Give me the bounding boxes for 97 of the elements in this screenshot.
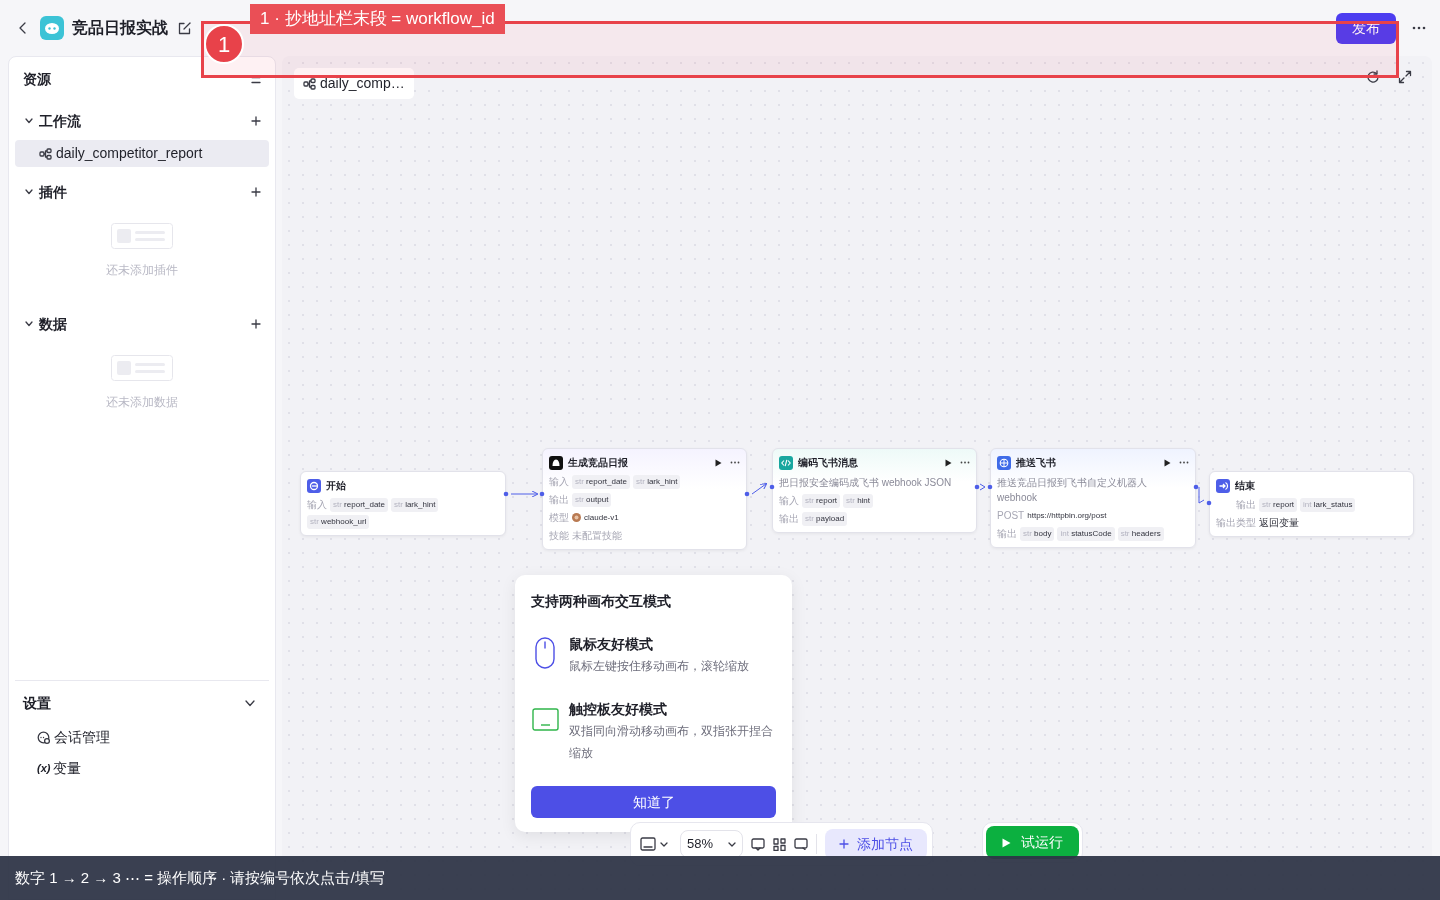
caret-icon <box>660 841 668 847</box>
workflow-icon <box>303 77 316 90</box>
node-title: 开始 <box>326 479 346 493</box>
workflow-tab[interactable]: daily_comp… <box>294 68 414 99</box>
model-icon <box>572 513 581 522</box>
section-title[interactable]: 数据 <box>39 313 67 335</box>
grid-icon[interactable] <box>773 837 786 851</box>
code-icon <box>779 455 793 470</box>
mouse-icon <box>535 637 555 669</box>
popover-title: 支持两种画布交互模式 <box>531 592 672 611</box>
sidebar-item[interactable]: daily_competitor_report <box>15 140 269 167</box>
port-dot[interactable] <box>1206 500 1212 506</box>
chevron-icon[interactable] <box>25 118 33 124</box>
connector <box>751 482 768 495</box>
play-icon <box>1002 837 1011 848</box>
field-label: 模型 <box>549 511 569 525</box>
section-title[interactable]: 设置 <box>23 693 51 714</box>
connector <box>510 490 539 498</box>
node-description: 推送竞品日报到飞书自定义机器人 webhook <box>997 476 1148 505</box>
empty-state-icon <box>111 223 173 249</box>
field-label: 输入 <box>549 475 569 489</box>
got-it-button[interactable]: 知道了 <box>531 786 776 818</box>
chat-gear-icon <box>37 730 51 745</box>
settings-item[interactable]: (x) 变量 <box>15 753 269 784</box>
settings-item[interactable]: 会话管理 <box>15 722 269 753</box>
app-title: 竞品日报实战 <box>72 18 168 38</box>
section-title[interactable]: 工作流 <box>39 110 81 132</box>
node-title: 生成竞品日报 <box>568 456 628 470</box>
caret-icon <box>728 841 736 847</box>
chevron-icon[interactable] <box>25 189 33 195</box>
node-description: 把日报安全编码成飞书 webhook JSON <box>779 476 953 490</box>
empty-text: 还未添加插件 <box>106 262 178 279</box>
chevron-icon[interactable] <box>25 321 33 327</box>
chevron-icon[interactable] <box>245 700 255 707</box>
play-icon[interactable] <box>945 458 952 467</box>
step-badge: 1 <box>204 24 244 64</box>
play-icon[interactable] <box>1164 458 1171 467</box>
field-label: 输出类型 <box>1216 516 1256 530</box>
collapse-icon[interactable] <box>251 75 261 84</box>
mode-title: 触控板友好模式 <box>569 700 668 719</box>
port-dot[interactable] <box>974 484 980 490</box>
empty-text: 还未添加数据 <box>106 394 178 411</box>
node-title: 编码飞书消息 <box>798 456 858 470</box>
plus-icon[interactable] <box>251 116 261 126</box>
field-label: 输入 <box>307 498 327 512</box>
more-icon[interactable] <box>960 461 970 464</box>
globe-icon <box>997 455 1011 470</box>
field-label: 技能 <box>549 529 569 543</box>
node-title: 结束 <box>1235 479 1255 493</box>
play-icon[interactable] <box>715 458 722 467</box>
model-name: claude-v1 <box>584 511 619 524</box>
more-icon[interactable] <box>730 461 740 464</box>
port-dot[interactable] <box>987 484 993 490</box>
exit-icon <box>1216 478 1230 493</box>
llm-node-icon <box>549 455 563 470</box>
connector <box>979 483 986 491</box>
field-label: 输出 <box>549 493 569 507</box>
empty-state-icon <box>111 355 173 381</box>
port-dot[interactable] <box>769 484 775 490</box>
comment-icon[interactable] <box>751 837 765 851</box>
field-label: 输出 <box>997 527 1017 541</box>
connector <box>1198 486 1205 504</box>
start-node-icon <box>307 478 321 493</box>
field-value: 未配置技能 <box>572 529 622 543</box>
monitor-icon <box>640 837 656 851</box>
plus-icon <box>839 839 849 849</box>
expand-icon[interactable] <box>1398 70 1412 84</box>
port-dot[interactable] <box>539 491 545 497</box>
edit-icon[interactable] <box>178 21 191 35</box>
app-logo-icon <box>40 16 64 40</box>
more-icon[interactable] <box>1412 26 1426 30</box>
mode-description: 鼠标左键按住移动画布，滚轮缩放 <box>569 658 749 675</box>
variable-icon: (x) <box>37 760 51 777</box>
workflow-icon <box>39 147 52 160</box>
back-icon[interactable] <box>18 22 28 34</box>
field-label: POST <box>997 509 1025 523</box>
node-title: 推送飞书 <box>1016 456 1056 470</box>
plus-icon[interactable] <box>251 187 261 197</box>
field-value: 返回变量 <box>1259 516 1299 530</box>
hint-toast: 数字 1 → 2 → 3 ⋯ = 操作顺序 · 请按编号依次点击/填写 <box>0 856 1440 900</box>
field-label: 输入 <box>779 494 799 508</box>
section-title[interactable]: 插件 <box>39 181 67 203</box>
port-dot[interactable] <box>503 491 509 497</box>
plus-icon[interactable] <box>251 319 261 329</box>
field-label: 输出 <box>779 512 799 526</box>
annotation-label: 1 · 抄地址栏末段 = workflow_id <box>250 4 505 34</box>
trackpad-icon <box>531 708 559 731</box>
more-icon[interactable] <box>1179 461 1189 464</box>
mode-description: 双指同向滑动移动画布，双指张开捏合缩放 <box>569 723 774 762</box>
port-dot[interactable] <box>1193 484 1199 490</box>
mode-title: 鼠标友好模式 <box>569 635 654 654</box>
screen-icon[interactable] <box>794 838 808 850</box>
port-dot[interactable] <box>744 491 750 497</box>
field-label: 输出 <box>1235 498 1256 512</box>
refresh-icon[interactable] <box>1366 70 1380 84</box>
panel-title: 资源 <box>23 70 51 89</box>
field-value: https://httpbin.org/post <box>1027 509 1107 522</box>
